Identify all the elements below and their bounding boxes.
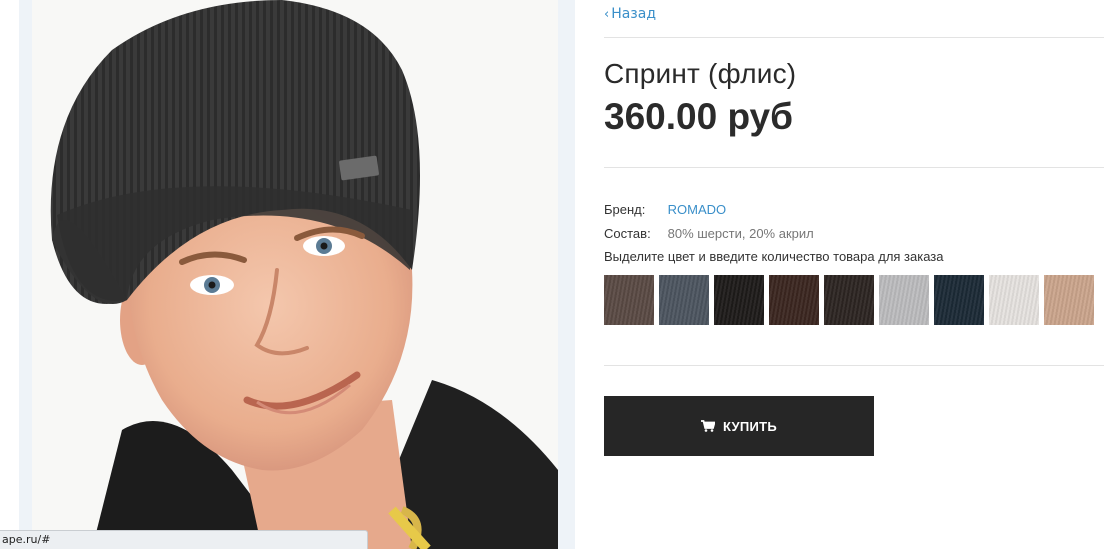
color-swatch-light-gray[interactable]	[879, 275, 929, 325]
divider-middle	[604, 167, 1104, 168]
color-hint: Выделите цвет и введите количество товар…	[604, 249, 944, 264]
color-swatch-dark-brown[interactable]	[769, 275, 819, 325]
divider-top	[604, 37, 1104, 38]
color-swatch-slate-gray[interactable]	[659, 275, 709, 325]
color-swatch-beige[interactable]	[1044, 275, 1094, 325]
product-photo-illustration	[32, 0, 558, 549]
status-bar-url: ape.ru/#	[0, 530, 368, 549]
cart-icon	[700, 420, 715, 432]
color-swatch-navy[interactable]	[934, 275, 984, 325]
color-swatch-brown-gray[interactable]	[604, 275, 654, 325]
color-swatch-black[interactable]	[714, 275, 764, 325]
brand-label: Бренд:	[604, 202, 646, 217]
buy-button[interactable]: КУПИТЬ	[604, 396, 874, 456]
brand-row: Бренд: ROMADO	[604, 202, 726, 217]
brand-link[interactable]: ROMADO	[668, 202, 727, 217]
product-photo[interactable]	[32, 0, 558, 549]
color-swatches	[604, 275, 1094, 325]
product-image-area	[0, 0, 575, 549]
color-swatch-charcoal-brown[interactable]	[824, 275, 874, 325]
product-price: 360.00 руб	[604, 96, 793, 137]
back-link-label: Назад	[611, 6, 657, 22]
product-title: Спринт (флис)	[604, 58, 797, 89]
buy-button-label: КУПИТЬ	[722, 418, 778, 434]
color-swatch-off-white[interactable]	[989, 275, 1039, 325]
composition-label: Состав:	[604, 226, 651, 241]
back-link[interactable]: ‹ Назад	[604, 6, 656, 22]
chevron-left-icon: ‹	[604, 6, 610, 22]
composition-value: 80% шерсти, 20% акрил	[667, 226, 814, 241]
composition-row: Состав: 80% шерсти, 20% акрил	[604, 226, 814, 241]
divider-bottom	[604, 365, 1104, 366]
